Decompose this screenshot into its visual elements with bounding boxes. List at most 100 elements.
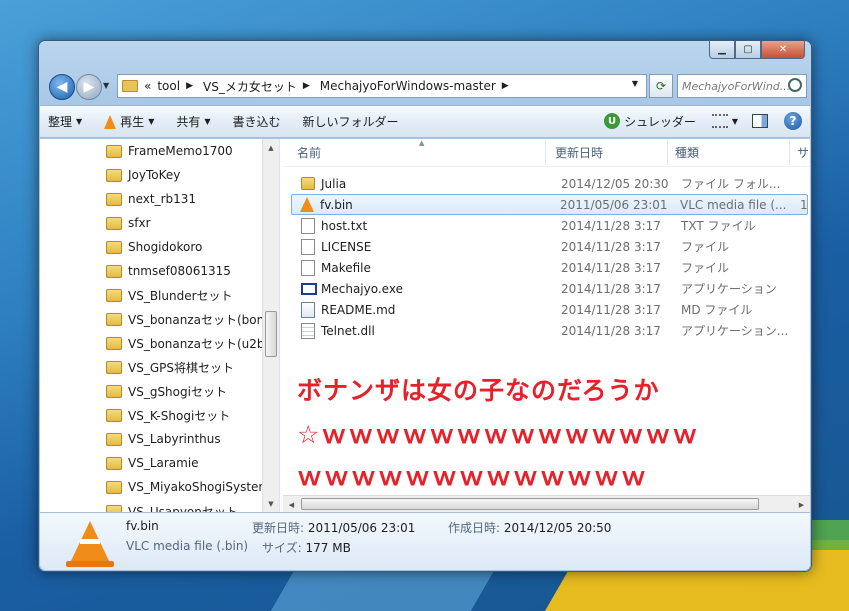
tree-item-label: VS_MiyakoShogiSyster (128, 480, 264, 494)
play-label: 再生 (120, 115, 145, 129)
overlay-caption-line1: ボナンザは女の子なのだろうか (297, 376, 660, 405)
refresh-button[interactable]: ⟳ (649, 74, 673, 98)
breadcrumb-vs-mechajo[interactable]: VS_メカ女セット (203, 78, 297, 95)
tree-item-label: sfxr (128, 216, 151, 230)
file-date: 2014/11/28 3:17 (561, 302, 661, 317)
tree-item[interactable]: VS_bonanzaセット(bon (40, 307, 279, 331)
search-input[interactable]: MechajyoForWind... (677, 74, 807, 98)
forward-button[interactable]: ▶ (76, 74, 102, 100)
file-type: ファイル (681, 261, 730, 275)
close-button[interactable]: ✕ (761, 41, 805, 59)
tree-item[interactable]: VS_bonanzaセット(u2b (40, 331, 279, 355)
breadcrumb-tool[interactable]: tool (157, 79, 180, 93)
recent-pages-dropdown[interactable]: ▼ (103, 81, 109, 90)
file-row[interactable]: Telnet.dll 2014/11/28 3:17 アプリケーション... (283, 320, 810, 341)
details-created-label: 作成日時: (448, 521, 501, 535)
tree-item-label: VS_GPS将棋セット (128, 360, 234, 375)
breadcrumb-separator-icon[interactable]: ▶ (186, 81, 193, 91)
file-list: ▲ 名前 更新日時 種類 サ Julia 2014/12/05 20:30 ファイル… (283, 139, 810, 512)
tree-item[interactable]: VS_K-Shogiセット (40, 403, 279, 427)
file-row[interactable]: fv.bin 2011/05/06 23:01 VLC media file (..… (291, 194, 808, 215)
search-icon[interactable] (788, 78, 802, 92)
tree-item-label: VS_Labyrinthus (128, 432, 221, 446)
view-options-icon[interactable] (711, 114, 728, 128)
file-name: Julia (321, 176, 347, 191)
tree-item[interactable]: JoyToKey (40, 163, 279, 187)
minimize-button[interactable]: ▁ (709, 41, 735, 59)
vlc-icon-base (66, 561, 114, 567)
folder-icon (106, 456, 122, 470)
tree-item[interactable]: VS_Usapyonセット (40, 499, 279, 512)
breadcrumb-separator-icon[interactable]: ▶ (303, 81, 310, 91)
file-list-horizontal-scrollbar[interactable]: ◀ ▶ (283, 495, 810, 512)
scrollbar-thumb[interactable] (301, 498, 759, 510)
tree-item[interactable]: sfxr (40, 211, 279, 235)
folder-icon (106, 408, 122, 422)
breadcrumb-separator-icon[interactable]: ▶ (502, 81, 509, 91)
scroll-up-icon[interactable]: ▲ (263, 139, 279, 156)
file-row[interactable]: README.md 2014/11/28 3:17 MD ファイル (283, 299, 810, 320)
tree-item[interactable]: FrameMemo1700 (40, 139, 279, 163)
chevron-down-icon[interactable]: ▼ (732, 117, 738, 126)
file-row[interactable]: Mechajyo.exe 2014/11/28 3:17 アプリケーション (283, 278, 810, 299)
shredder-icon: U (604, 113, 621, 129)
preview-pane-icon[interactable] (752, 114, 768, 128)
column-divider[interactable] (789, 141, 790, 165)
column-header-size[interactable]: サ (797, 144, 809, 161)
scrollbar-thumb[interactable] (265, 311, 277, 357)
file-row[interactable]: Makefile 2014/11/28 3:17 ファイル (283, 257, 810, 278)
maximize-button[interactable]: ▢ (735, 41, 761, 59)
file-date: 2014/11/28 3:17 (561, 218, 661, 233)
column-divider[interactable] (667, 141, 668, 165)
breadcrumb-overflow[interactable]: « (144, 79, 151, 93)
tree-item-label: next_rb131 (128, 192, 197, 206)
search-placeholder: MechajyoForWind... (682, 79, 791, 93)
tree-item[interactable]: next_rb131 (40, 187, 279, 211)
tree-item[interactable]: Shogidokoro (40, 235, 279, 259)
details-created-value: 2014/12/05 20:50 (503, 521, 612, 535)
tree-item[interactable]: VS_Laramie (40, 451, 279, 475)
file-rows: Julia 2014/12/05 20:30 ファイル フォル... fv.bin 20… (283, 167, 810, 341)
new-folder-button[interactable]: 新しいフォルダー (303, 113, 399, 130)
address-bar[interactable]: « tool ▶ VS_メカ女セット ▶ MechajyoForWindows-… (117, 74, 647, 98)
tree-item-label: VS_Laramie (128, 456, 199, 470)
column-header-type[interactable]: 種類 (675, 144, 699, 161)
folder-icon (301, 177, 315, 190)
shredder-button[interactable]: U シュレッダー (604, 113, 696, 130)
folder-tree: FrameMemo1700 JoyToKey next_rb131sfxr Shogi… (40, 139, 279, 512)
organize-button[interactable]: 整理 ▼ (48, 113, 82, 130)
breadcrumb-current-folder[interactable]: MechajyoForWindows-master (320, 79, 496, 93)
burn-button[interactable]: 書き込む (233, 113, 281, 130)
tree-item[interactable]: tnmsef08061315 (40, 259, 279, 283)
play-button[interactable]: 再生 ▼ (104, 113, 154, 130)
vlc-icon (300, 197, 314, 212)
share-button[interactable]: 共有 ▼ (176, 113, 210, 130)
file-name: LICENSE (321, 239, 372, 254)
file-row[interactable]: LICENSE 2014/11/28 3:17 ファイル (283, 236, 810, 257)
tree-item-label: FrameMemo1700 (128, 144, 233, 158)
back-button[interactable]: ◀ (49, 74, 75, 100)
file-row[interactable]: host.txt 2014/11/28 3:17 TXT ファイル (283, 215, 810, 236)
folder-icon (106, 216, 122, 230)
column-header-name[interactable]: 名前 (297, 144, 321, 161)
address-dropdown-icon[interactable]: ▼ (632, 79, 638, 88)
tree-item[interactable]: VS_Labyrinthus (40, 427, 279, 451)
file-row[interactable]: Julia 2014/12/05 20:30 ファイル フォル... (283, 173, 810, 194)
scroll-left-icon[interactable]: ◀ (283, 496, 300, 512)
scroll-right-icon[interactable]: ▶ (793, 496, 810, 512)
scroll-down-icon[interactable]: ▼ (263, 495, 279, 512)
tree-item[interactable]: VS_Blunderセット (40, 283, 279, 307)
tree-item-label: VS_Usapyonセット (128, 504, 238, 513)
folder-icon (106, 168, 122, 182)
file-name: README.md (321, 302, 396, 317)
tree-item[interactable]: VS_gShogiセット (40, 379, 279, 403)
explorer-window: ▁ ▢ ✕ ◀ ▶ ▼ « tool ▶ VS_メカ女セット ▶ Mechajy… (38, 40, 812, 572)
tree-item[interactable]: VS_MiyakoShogiSyster (40, 475, 279, 499)
help-icon[interactable]: ? (784, 112, 802, 130)
column-divider[interactable] (545, 141, 546, 165)
navigation-pane-scrollbar[interactable]: ▲ ▼ (262, 139, 279, 512)
tree-item[interactable]: VS_GPS将棋セット (40, 355, 279, 379)
chevron-down-icon: ▼ (204, 117, 211, 126)
exe-icon (301, 282, 317, 295)
column-header-date[interactable]: 更新日時 (555, 144, 603, 161)
